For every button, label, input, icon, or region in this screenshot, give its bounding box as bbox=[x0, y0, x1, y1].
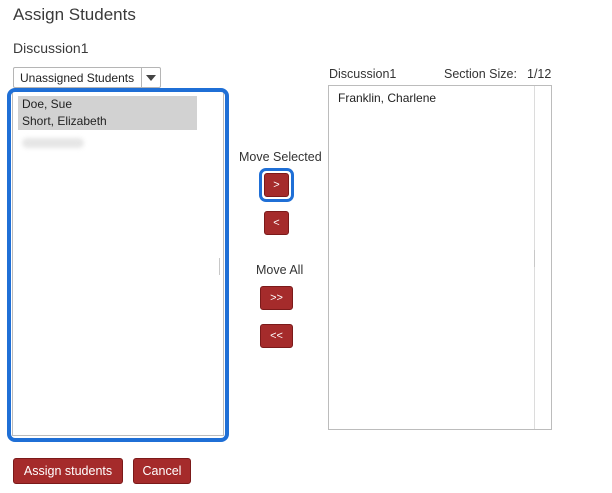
list-item[interactable]: Franklin, Charlene bbox=[334, 90, 436, 107]
move-selected-right-button[interactable]: > bbox=[264, 173, 289, 197]
assigned-students-list[interactable]: Franklin, Charlene bbox=[328, 85, 552, 430]
move-selected-label: Move Selected bbox=[239, 150, 322, 164]
section-size-value: 1/12 bbox=[527, 67, 552, 81]
blurred-list-item bbox=[22, 138, 84, 148]
student-name: Franklin, Charlene bbox=[338, 91, 437, 105]
list-item[interactable]: Doe, Sue bbox=[18, 96, 197, 113]
section-size-label: Section Size: bbox=[444, 67, 517, 81]
dropdown-toggle[interactable] bbox=[141, 68, 160, 87]
move-all-right-button[interactable]: >> bbox=[260, 286, 293, 310]
student-name: Doe, Sue bbox=[22, 97, 73, 111]
student-filter-value: Unassigned Students bbox=[20, 71, 135, 85]
list-item[interactable]: Short, Elizabeth bbox=[18, 113, 197, 130]
assign-students-button[interactable]: Assign students bbox=[13, 458, 123, 484]
scrollbar[interactable] bbox=[534, 250, 535, 267]
move-selected-left-button[interactable]: < bbox=[264, 211, 289, 235]
scrollbar[interactable] bbox=[219, 258, 220, 275]
target-section-name: Discussion1 bbox=[329, 67, 397, 81]
cancel-button[interactable]: Cancel bbox=[133, 458, 191, 484]
move-all-left-button[interactable]: << bbox=[260, 324, 293, 348]
chevron-down-icon bbox=[146, 75, 156, 81]
student-name: Short, Elizabeth bbox=[22, 114, 107, 128]
student-filter-dropdown[interactable]: Unassigned Students bbox=[13, 67, 161, 88]
page-title: Assign Students bbox=[13, 5, 136, 24]
move-all-label: Move All bbox=[256, 263, 304, 277]
section-heading: Discussion1 bbox=[13, 40, 89, 56]
unassigned-students-list[interactable]: Doe, Sue Short, Elizabeth bbox=[12, 91, 224, 436]
